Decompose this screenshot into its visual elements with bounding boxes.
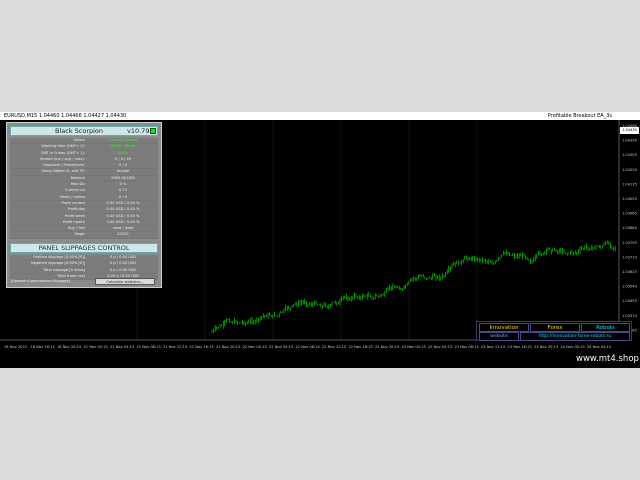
status-row-value: 0 / 0 / 20: [114, 156, 132, 161]
time-tick-label: 18 Nov 20:15: [57, 345, 81, 349]
brand-box: Innovation Forex Robots website http://i…: [476, 321, 632, 341]
slippage-row-label: Positive slippage [0.00% [0]]: [33, 255, 85, 259]
slippage-panel-title: PANEL SLIPPAGES CONTROL: [10, 243, 158, 253]
price-tick-label: 1.03540: [622, 285, 638, 289]
price-tick-label: 1.03625: [622, 270, 637, 274]
calculate-statistics-button[interactable]: Calculate statistics...: [95, 278, 155, 285]
status-row-label: Using hidden SL and TP:: [41, 169, 85, 174]
slippage-row-value: 0 p / 0.00 USD: [109, 261, 137, 266]
time-tick-label: 21 Nov 20:15: [216, 345, 240, 349]
time-tick-label: 22 Nov 16:15: [349, 345, 373, 349]
status-row-value: enable: [116, 169, 130, 174]
status-row-label: Max DD: [70, 182, 85, 187]
slippage-table: Positive slippage [0.00% [0]] 0 p / 0.00 …: [10, 255, 158, 281]
status-row-label: Spread (cur / avg / max):: [40, 156, 85, 161]
price-tick-label: 1.03965: [622, 212, 637, 216]
status-row-value: 00:00 - 00:00: [110, 144, 136, 149]
status-row-label: Profit week: [65, 213, 85, 218]
formula-label: [Spread+Commission+Slippage]: [11, 279, 70, 283]
time-tick-label: 21 Nov 04:15: [110, 345, 134, 349]
status-row-value: 22222: [117, 232, 129, 237]
status-row-value: 0.00 USD / 0.00 %: [106, 213, 140, 218]
price-tick-label: 1.04050: [622, 197, 638, 201]
forex-link[interactable]: Forex: [530, 323, 580, 332]
status-row: Magic 22222: [10, 232, 158, 239]
website-url[interactable]: http://innovation-forex-robots.ru: [520, 332, 630, 341]
status-row-value: 0.00 USD / 0.00 %: [106, 200, 140, 205]
status-row-label: Stoplevel / Freezelevel:: [43, 163, 85, 168]
status-row-label: Deals / orders: [59, 194, 85, 199]
time-tick-label: 23 Nov 20:15: [534, 345, 558, 349]
status-row-label: Status: [73, 138, 85, 142]
price-tick-label: 1.03795: [622, 241, 637, 245]
slippage-row-value: 0 p / 0.00 USD: [109, 255, 137, 259]
time-tick-label: 22 Nov 00:15: [243, 345, 267, 349]
status-row-value: Trading Allowed: [108, 138, 138, 142]
price-tick-label: 1.03455: [622, 299, 637, 303]
status-row-value: 9902.00 USD: [111, 175, 135, 180]
status-row-label: Working time (GMT+ 1):: [41, 144, 85, 149]
price-tick-label: 1.03370: [622, 314, 638, 318]
status-row-value: used / used: [112, 226, 134, 231]
time-tick-label: 21 Nov 08:15: [137, 345, 161, 349]
time-tick-label: 22 Nov 08:15: [296, 345, 320, 349]
status-row-label: Profit day: [67, 207, 85, 212]
panel-version: v10.79: [127, 127, 150, 135]
time-tick-label: 23 Nov 08:15: [455, 345, 479, 349]
status-row-value: 0.72: [118, 188, 127, 193]
status-row-label: Profit current: [61, 200, 85, 205]
minimize-icon[interactable]: [150, 128, 156, 134]
time-tick-label: 21 Nov 12:15: [163, 345, 187, 349]
time-tick-label: 22 Nov 12:15: [322, 345, 346, 349]
time-tick-label: 23 Nov 04:15: [428, 345, 452, 349]
panel-name: Black Scorpion: [55, 127, 104, 135]
status-table: Status Trading Allowed Working time (GMT+ …: [10, 138, 158, 239]
current-price-tag: 1.04430: [620, 127, 639, 134]
panel-title-bar: Black Scorpion v10.79: [10, 126, 158, 136]
status-row-value: 0.00 USD / 0.00 %: [106, 207, 140, 212]
status-row-value: 0.00 USD / 0.00 %: [106, 219, 140, 224]
status-row-label: Profit month: [62, 219, 85, 224]
time-tick-label: 24 Nov 04:15: [587, 345, 611, 349]
time-tick-label: 21 Nov 00:15: [84, 345, 108, 349]
time-tick-label: 18 Nov 16:15: [31, 345, 55, 349]
robots-link[interactable]: Robots: [581, 323, 630, 332]
status-row-label: Current Lot: [64, 188, 85, 193]
time-tick-label: 23 Nov 16:15: [508, 345, 532, 349]
status-row-label: GMT in Friday (GMT+ 1):: [40, 150, 85, 155]
time-tick-label: 22 Nov 20:15: [375, 345, 399, 349]
price-tick-label: 1.04305: [622, 153, 637, 157]
price-tick-label: 1.03710: [622, 255, 638, 259]
time-tick-label: 18 Nov 2022: [4, 345, 27, 349]
watermark: www.mt4.shop: [576, 354, 639, 364]
price-tick-label: 1.04135: [622, 182, 637, 186]
slippage-row-label: Total slippage [0 deals]: [43, 267, 85, 272]
price-tick-label: 1.04390: [622, 139, 638, 143]
status-row-value: 0 %: [119, 182, 127, 187]
time-tick-label: 23 Nov 00:15: [402, 345, 426, 349]
status-row-value: 0 / 0: [118, 194, 128, 199]
time-tick-label: 21 Nov 16:15: [190, 345, 214, 349]
status-row-value: 0 / 0: [118, 163, 128, 168]
status-row-label: Magic: [74, 232, 85, 237]
time-tick-label: 22 Nov 04:15: [269, 345, 293, 349]
status-row-value: 00:00: [117, 150, 129, 155]
website-label: website: [479, 332, 519, 341]
price-tick-label: 1.03880: [622, 226, 638, 230]
time-tick-label: 23 Nov 12:15: [481, 345, 505, 349]
status-row-label: Buy / Sell: [68, 226, 85, 231]
status-row-label: Balance: [70, 175, 85, 180]
innovation-link[interactable]: Innovation: [479, 323, 529, 332]
black-scorpion-panel: Black Scorpion v10.79 Status Trading Allo…: [6, 122, 162, 288]
time-tick-label: 24 Nov 00:15: [561, 345, 585, 349]
slippage-row-label: Negative slippage [0.00% [0]]: [31, 261, 85, 266]
price-tick-label: 1.04220: [622, 168, 638, 172]
slippage-row-value: 0 p / 0.00 USD: [109, 267, 137, 272]
